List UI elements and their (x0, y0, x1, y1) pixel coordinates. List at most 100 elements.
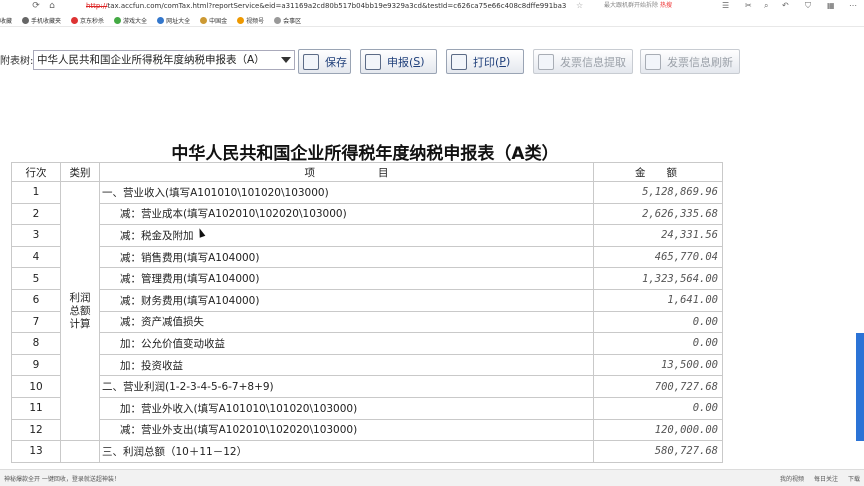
row-item: 加：营业外收入(填写A101010\101020\103000) (99, 396, 594, 420)
video-icon (237, 16, 245, 24)
row-item: 减：税金及附加 (99, 224, 594, 247)
bookmark-item[interactable]: 会事区 (274, 16, 301, 25)
row-number: 5 (11, 267, 61, 290)
phone-icon (22, 16, 30, 24)
status-ad-text[interactable]: 神秘爆款全开 一键回收，登录就送超神装！ (4, 474, 120, 483)
search-text: 最大跟机群开始拆除 (604, 2, 659, 9)
row-number: 1 (11, 181, 61, 204)
table-row: 7 减：资产减值损失 0.00 (11, 310, 723, 334)
table-row: 12 减：营业外支出(填写A102010\102020\103000) 120,00… (11, 418, 723, 442)
invoice-fetch-button[interactable]: 发票信息提取 (533, 49, 633, 74)
table-row: 9 加：投资收益 13,500.00 (11, 353, 723, 377)
row-amount-cell[interactable]: 0.00 (593, 396, 723, 420)
row-number: 3 (11, 224, 61, 247)
row-amount-cell[interactable]: 24,331.56 (593, 224, 723, 247)
scissors-icon[interactable]: ✂ (745, 0, 752, 12)
bookmark-item[interactable]: 网址大全 (157, 16, 190, 25)
shield-icon[interactable]: ⛉ (805, 0, 811, 12)
row-number: 4 (11, 245, 61, 269)
row-number: 6 (11, 288, 61, 312)
row-number: 2 (11, 202, 61, 226)
table-row: 5 减：管理费用(填写A104000) 1,323,564.00 (11, 267, 723, 290)
row-amount-cell[interactable]: 13,500.00 (593, 353, 723, 377)
row-number: 10 (11, 375, 61, 398)
header-amount: 金 额 (593, 162, 723, 182)
row-amount-cell[interactable]: 1,323,564.00 (593, 267, 723, 290)
table-row: 1 利润 总额 计算 一、营业收入(填写A101010\101020\103000) 5,… (11, 180, 723, 442)
printer-icon (451, 53, 467, 70)
web-icon (157, 16, 165, 24)
row-amount-cell[interactable]: 0.00 (593, 332, 723, 355)
side-float-tab[interactable] (856, 333, 864, 441)
header-category: 类别 (60, 162, 100, 182)
row-amount-cell[interactable]: 700,727.68 (593, 375, 723, 398)
table-row: 13 三、利润总额（10＋11－12） 580,727.68 (11, 440, 723, 463)
category-line: 利润 (69, 291, 91, 304)
chevron-down-icon (281, 57, 291, 63)
daily-follow-link[interactable]: 每日关注 (814, 474, 838, 483)
row-amount-cell[interactable]: 1,641.00 (593, 288, 723, 312)
bookmark-item[interactable]: 视频号 (237, 16, 264, 25)
header-item: 项 目 (99, 162, 594, 182)
row-item: 减：财务费用(填写A104000) (99, 288, 594, 312)
more-icon[interactable]: ⋯ (849, 0, 857, 12)
bookmark-star-icon[interactable]: ☆ (576, 1, 585, 10)
bookmark-item[interactable]: 中国金 (200, 16, 227, 25)
game-icon (114, 16, 122, 24)
search-hot-badge: 热搜 (659, 2, 672, 9)
search-icon[interactable]: ⌕ (764, 0, 768, 12)
menu-icon[interactable]: ☰ (722, 0, 729, 12)
url-protocol: http:// (86, 2, 108, 10)
row-amount-cell[interactable]: 2,626,335.68 (593, 202, 723, 226)
row-amount-cell[interactable]: 0.00 (593, 310, 723, 334)
page-title: 中华人民共和国企业所得税年度纳税申报表（A类） (171, 144, 559, 164)
download-icon (538, 53, 554, 70)
declare-icon (365, 53, 381, 70)
table-row: 4 减：销售费用(填写A104000) 465,770.04 (11, 245, 723, 269)
bookmark-item[interactable]: 京东秒杀 (71, 16, 104, 25)
row-item: 加：投资收益 (99, 353, 594, 377)
print-button[interactable]: 打印(P) (446, 49, 524, 74)
save-button[interactable]: 保存 (298, 49, 351, 74)
category-cell-empty (60, 440, 100, 463)
table-row: 11 加：营业外收入(填写A101010\101020\103000) 0.00 (11, 396, 723, 420)
row-number: 11 (11, 396, 61, 420)
row-number: 8 (11, 332, 61, 355)
url-field[interactable]: http://tax.accfun.com/comTax.html?report… (86, 0, 584, 12)
row-amount-cell[interactable]: 580,727.68 (593, 440, 723, 463)
refresh-icon[interactable]: ⟳ (30, 0, 42, 12)
bookmark-item[interactable]: 手机收藏夹 (22, 16, 61, 25)
row-item: 减：营业外支出(填写A102010\102020\103000) (99, 418, 594, 442)
row-number: 12 (11, 418, 61, 442)
bookmark-item[interactable]: 游戏大全 (114, 16, 147, 25)
browser-status-bar: 神秘爆款全开 一键回收，登录就送超神装！ 我的视频 每日关注 下载 (0, 469, 864, 486)
refresh-icon (645, 53, 661, 70)
row-number: 9 (11, 353, 61, 377)
row-amount-cell[interactable]: 5,128,869.96 (593, 181, 723, 204)
row-amount-cell[interactable]: 465,770.04 (593, 245, 723, 269)
row-item: 二、营业利润(1-2-3-4-5-6-7+8+9) (99, 375, 594, 398)
grid-icon[interactable]: ▦ (827, 0, 835, 12)
table-row: 2 减：营业成本(填写A102010\102020\103000) 2,626,33… (11, 202, 723, 226)
sheet-tree-label: 附表树: (0, 56, 34, 67)
report-select[interactable]: 中华人民共和国企业所得税年度纳税申报表（A） (33, 50, 295, 70)
my-videos-link[interactable]: 我的视频 (780, 474, 804, 483)
declare-button[interactable]: 申报(S) (360, 49, 437, 74)
home-icon[interactable]: ⌂ (46, 0, 58, 12)
table-row: 3 减：税金及附加 24,331.56 (11, 224, 723, 247)
gold-icon (200, 16, 208, 24)
category-line: 总额 (69, 304, 91, 317)
bookmark-item[interactable]: 收藏 (0, 16, 12, 25)
undo-icon[interactable]: ↶ (782, 0, 789, 12)
row-amount-cell[interactable]: 120,000.00 (593, 418, 723, 442)
row-item: 减：销售费用(填写A104000) (99, 245, 594, 269)
invoice-refresh-button[interactable]: 发票信息刷新 (640, 49, 740, 74)
jd-icon (71, 16, 79, 24)
header-row-no: 行次 (11, 162, 61, 182)
row-item: 加：公允价值变动收益 (99, 332, 594, 355)
category-cell: 利润 总额 计算 (60, 180, 100, 442)
row-item: 一、营业收入(填写A101010\101020\103000) (99, 181, 594, 204)
table-header-row: 行次 类别 项 目 金 额 (11, 162, 723, 182)
browser-search-box[interactable]: 最大跟机群开始拆除 热搜 (604, 0, 712, 12)
download-link[interactable]: 下载 (848, 474, 860, 483)
